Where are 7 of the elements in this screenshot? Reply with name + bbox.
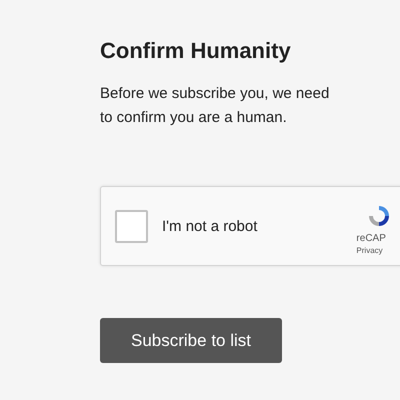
captcha-checkbox[interactable] [115, 210, 148, 242]
brand-text: reCAP [356, 232, 386, 244]
page-heading: Confirm Humanity [100, 38, 292, 64]
privacy-link[interactable]: Privacy [356, 246, 383, 254]
captcha-label: I'm not a robot [162, 218, 258, 234]
subscribe-button[interactable]: Subscribe to list [100, 318, 282, 363]
intro-text: Before we subscribe you, we need to confirm you are a human. [100, 84, 330, 128]
